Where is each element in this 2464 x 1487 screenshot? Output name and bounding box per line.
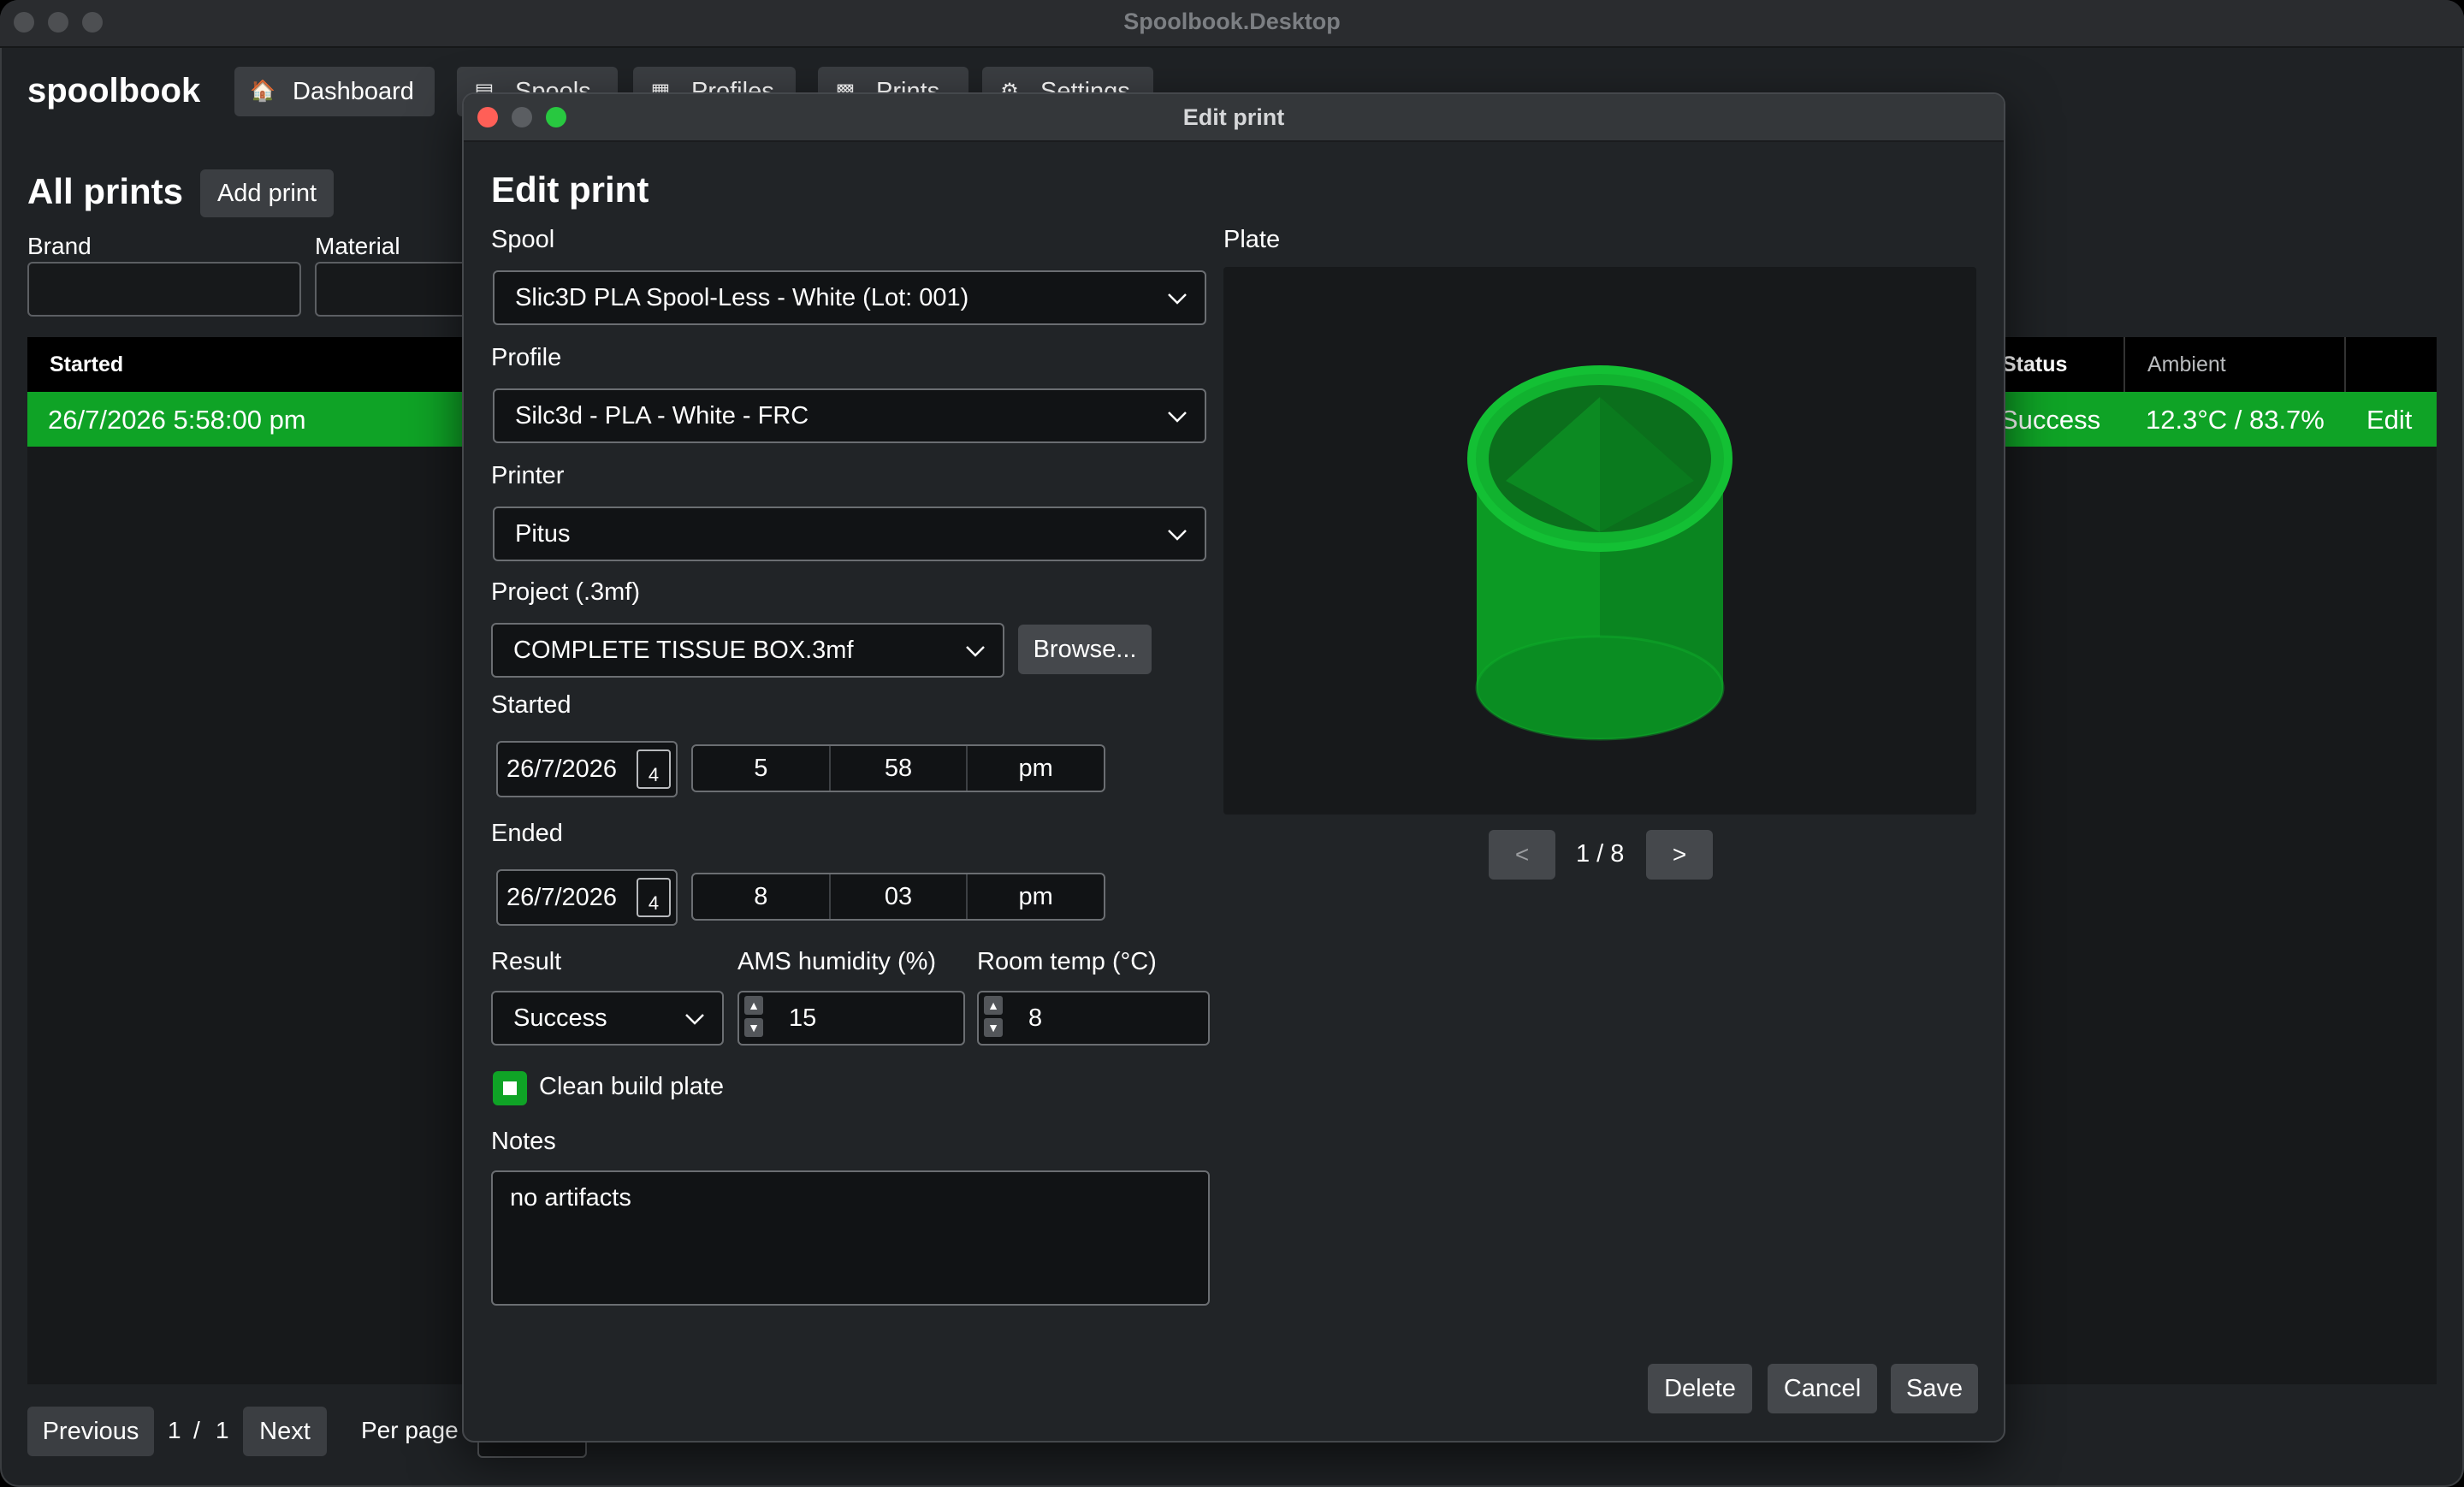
row-ambient: 12.3°C / 83.7%	[2146, 405, 2325, 435]
house-icon: 🏠	[250, 80, 275, 103]
plate-label: Plate	[1223, 226, 1281, 253]
edit-print-dialog: Edit print Edit print Spool Slic3D PLA S…	[462, 92, 2005, 1443]
page-current: 1	[168, 1417, 181, 1443]
room-temp-label: Room temp (°C)	[977, 948, 1157, 975]
ams-humidity-label: AMS humidity (%)	[737, 948, 937, 975]
page-separator: /	[193, 1417, 200, 1443]
chevron-down-icon	[1168, 293, 1187, 305]
notes-textarea[interactable]: no artifacts	[491, 1170, 1210, 1306]
spin-down-icon[interactable]: ▼	[984, 1018, 1003, 1037]
header-status[interactable]: Status	[2002, 352, 2067, 377]
window-titlebar: Spoolbook.Desktop	[0, 0, 2464, 48]
clean-build-plate-checkbox[interactable]	[493, 1071, 527, 1105]
started-date-picker[interactable]: 26/7/2026 4	[496, 741, 678, 797]
add-print-button[interactable]: Add print	[200, 169, 334, 217]
header-ambient[interactable]: Ambient	[2147, 352, 2226, 377]
row-edit-button[interactable]: Edit	[2366, 405, 2412, 435]
next-page-button[interactable]: Next	[243, 1407, 327, 1456]
ams-humidity-input[interactable]: ▲ ▼ 15	[737, 991, 965, 1046]
material-filter-input[interactable]	[315, 262, 486, 317]
ended-date: 26/7/2026	[506, 883, 618, 911]
save-button[interactable]: Save	[1891, 1364, 1978, 1413]
calendar-icon[interactable]: 4	[637, 749, 671, 789]
chevron-down-icon	[1168, 530, 1187, 541]
calendar-icon[interactable]: 4	[637, 878, 671, 917]
chevron-down-icon	[966, 646, 985, 657]
spool-select[interactable]: Slic3D PLA Spool-Less - White (Lot: 001)	[493, 270, 1206, 325]
app-brand: spoolbook	[27, 72, 201, 110]
spool-value: Slic3D PLA Spool-Less - White (Lot: 001)	[515, 283, 969, 311]
plate-indicator: 1 / 8	[1576, 840, 1625, 868]
spin-up-icon[interactable]: ▲	[744, 996, 763, 1015]
spin-up-icon[interactable]: ▲	[984, 996, 1003, 1015]
previous-page-button[interactable]: Previous	[27, 1407, 154, 1456]
brand-filter-label: Brand	[27, 233, 92, 259]
started-minute[interactable]: 58	[831, 746, 968, 791]
project-value: COMPLETE TISSUE BOX.3mf	[513, 636, 854, 664]
profile-label: Profile	[491, 344, 562, 371]
result-select[interactable]: Success	[491, 991, 724, 1046]
started-cal-day: 4	[648, 764, 660, 785]
plate-model-image	[1467, 365, 1732, 741]
dialog-titlebar: Edit print	[464, 94, 2004, 142]
window-title: Spoolbook.Desktop	[1123, 9, 1341, 34]
cancel-button[interactable]: Cancel	[1768, 1364, 1877, 1413]
clean-build-plate-label: Clean build plate	[539, 1073, 725, 1100]
project-label: Project (.3mf)	[491, 578, 641, 606]
project-select[interactable]: COMPLETE TISSUE BOX.3mf	[491, 623, 1004, 678]
header-started[interactable]: Started	[50, 352, 123, 377]
room-temp-value: 8	[1028, 1004, 1043, 1032]
spin-down-icon[interactable]: ▼	[744, 1018, 763, 1037]
row-started: 26/7/2026 5:58:00 pm	[48, 405, 306, 435]
delete-button[interactable]: Delete	[1648, 1364, 1752, 1413]
material-filter-label: Material	[315, 233, 400, 259]
room-temp-input[interactable]: ▲ ▼ 8	[977, 991, 1210, 1046]
ended-hour[interactable]: 8	[693, 874, 831, 919]
nav-dashboard-label: Dashboard	[293, 77, 414, 105]
profile-select[interactable]: Silc3d - PLA - White - FRC	[493, 388, 1206, 443]
per-page-label: Per page	[361, 1417, 459, 1443]
browse-button[interactable]: Browse...	[1018, 625, 1152, 674]
ended-label: Ended	[491, 820, 563, 847]
started-hour[interactable]: 5	[693, 746, 831, 791]
profile-value: Silc3d - PLA - White - FRC	[515, 401, 809, 430]
result-label: Result	[491, 948, 562, 975]
chevron-down-icon	[685, 1014, 704, 1025]
row-status: Success	[2000, 405, 2101, 435]
ams-humidity-value: 15	[789, 1004, 817, 1032]
dialog-window-title: Edit print	[1182, 104, 1285, 130]
spin-arrows[interactable]: ▲ ▼	[984, 996, 1004, 1040]
ended-ampm[interactable]: pm	[968, 874, 1104, 919]
column-divider	[2344, 337, 2346, 392]
column-divider	[2123, 337, 2125, 392]
plate-next-button[interactable]: >	[1646, 830, 1713, 880]
spin-arrows[interactable]: ▲ ▼	[744, 996, 765, 1040]
page-title: All prints	[27, 171, 184, 211]
started-label: Started	[491, 691, 572, 719]
printer-select[interactable]: Pitus	[493, 507, 1206, 561]
ended-date-picker[interactable]: 26/7/2026 4	[496, 869, 678, 926]
started-ampm[interactable]: pm	[968, 746, 1104, 791]
dialog-heading: Edit print	[491, 169, 649, 210]
spool-label: Spool	[491, 226, 555, 253]
ended-time-picker[interactable]: 8 03 pm	[691, 873, 1105, 921]
started-time-picker[interactable]: 5 58 pm	[691, 744, 1105, 792]
page-total: 1	[216, 1417, 229, 1443]
nav-dashboard[interactable]: 🏠 Dashboard	[234, 67, 435, 116]
printer-value: Pitus	[515, 519, 571, 548]
plate-preview	[1223, 267, 1976, 815]
plate-prev-button[interactable]: <	[1489, 830, 1555, 880]
ended-cal-day: 4	[648, 892, 660, 914]
result-value: Success	[513, 1004, 607, 1032]
notes-label: Notes	[491, 1128, 556, 1155]
chevron-down-icon	[1168, 412, 1187, 423]
printer-label: Printer	[491, 462, 565, 489]
brand-filter-input[interactable]	[27, 262, 301, 317]
ended-minute[interactable]: 03	[831, 874, 968, 919]
started-date: 26/7/2026	[506, 755, 618, 783]
